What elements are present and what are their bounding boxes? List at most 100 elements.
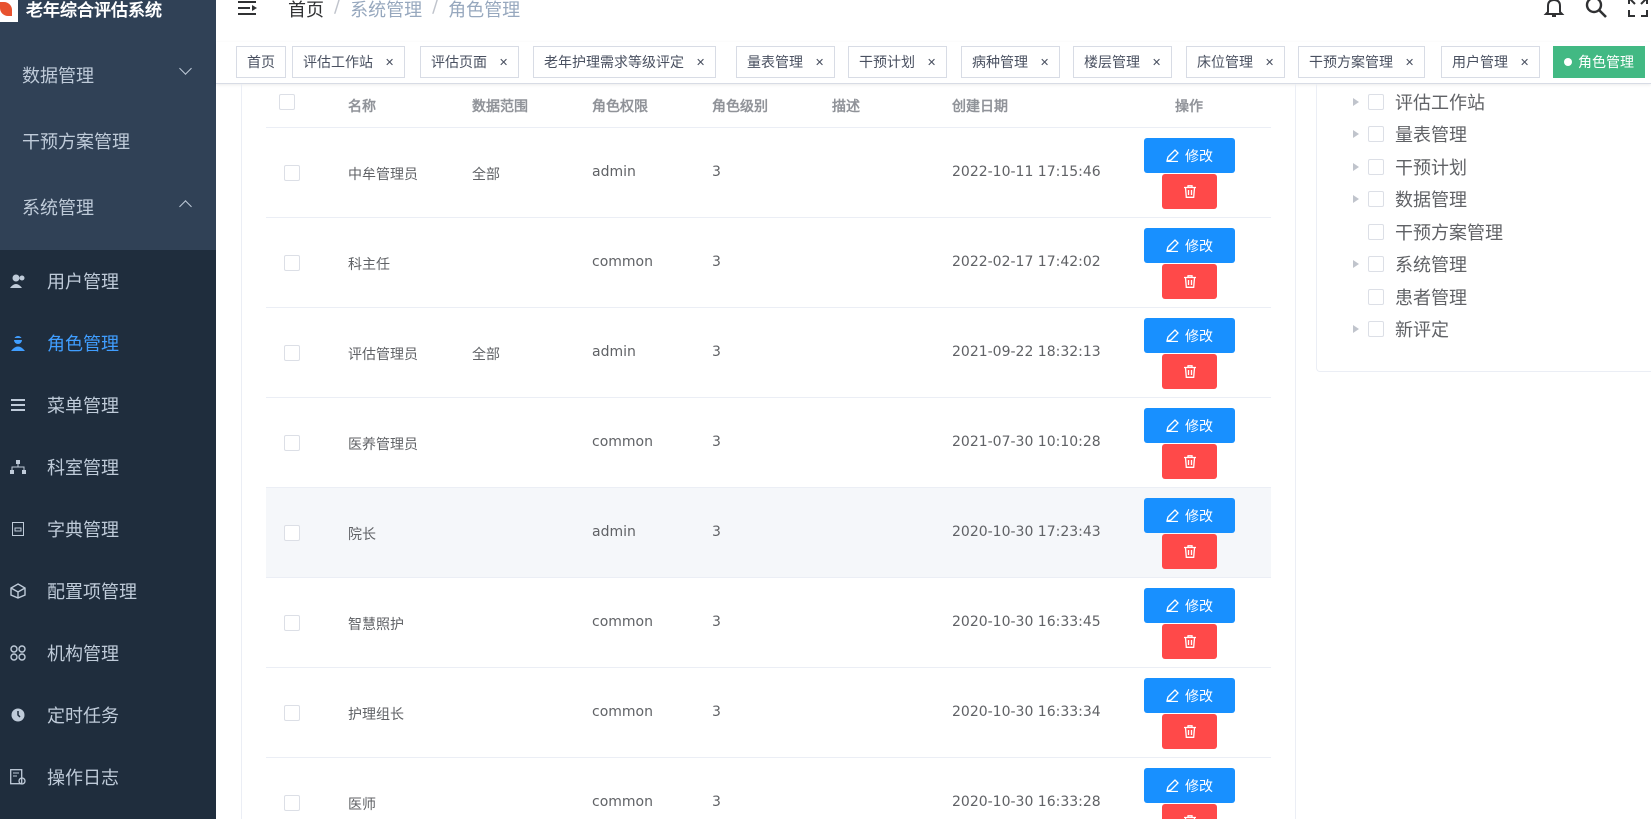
tag-scale-management[interactable]: 量表管理 ✕ — [736, 46, 836, 78]
table-row[interactable]: 中牟管理员 全部 admin 3 2022-10-11 17:15:46 修改 — [266, 128, 1271, 218]
row-checkbox[interactable] — [284, 795, 300, 811]
hamburger-icon[interactable] — [238, 0, 258, 20]
tag-bed-management[interactable]: 床位管理 ✕ — [1186, 46, 1286, 78]
close-icon[interactable]: ✕ — [385, 56, 394, 69]
delete-button[interactable] — [1162, 174, 1217, 209]
close-icon[interactable]: ✕ — [1520, 56, 1529, 69]
table-row[interactable]: 科主任 common 3 2022-02-17 17:42:02 修改 — [266, 218, 1271, 308]
tree-node[interactable]: 新评定 — [1353, 313, 1449, 345]
table-row[interactable]: 院长 admin 3 2020-10-30 17:23:43 修改 — [266, 488, 1271, 578]
caret-right-icon[interactable] — [1353, 98, 1359, 106]
select-all-checkbox[interactable] — [279, 94, 295, 110]
row-checkbox[interactable] — [284, 165, 300, 181]
tag-assessment-workstation[interactable]: 评估工作站 ✕ — [292, 46, 406, 78]
close-icon[interactable]: ✕ — [696, 56, 705, 69]
close-icon[interactable]: ✕ — [927, 56, 936, 69]
breadcrumb-home[interactable]: 首页 — [288, 0, 324, 22]
delete-button[interactable] — [1162, 804, 1217, 819]
row-checkbox[interactable] — [284, 345, 300, 361]
tree-node[interactable]: 患者管理 — [1353, 281, 1467, 313]
close-icon[interactable]: ✕ — [1405, 56, 1414, 69]
caret-right-icon[interactable] — [1353, 325, 1359, 333]
tree-node[interactable]: 干预方案管理 — [1353, 216, 1503, 248]
close-icon[interactable]: ✕ — [1152, 56, 1161, 69]
app-logo[interactable]: 老年综合评估系统 — [0, 0, 216, 24]
close-icon[interactable]: ✕ — [499, 56, 508, 69]
sidebar-item-config[interactable]: 配置项管理 — [0, 560, 216, 622]
tag-role-management[interactable]: 角色管理 — [1553, 46, 1645, 78]
tree-node[interactable]: 量表管理 — [1353, 118, 1467, 150]
delete-button[interactable] — [1162, 714, 1217, 749]
delete-button[interactable] — [1162, 354, 1217, 389]
trash-icon — [1183, 455, 1196, 468]
sidebar-item-label: 干预方案管理 — [22, 132, 130, 153]
table-row[interactable]: 医师 common 3 2020-10-30 16:33:28 修改 — [266, 758, 1271, 819]
close-icon[interactable]: ✕ — [815, 56, 824, 69]
row-checkbox[interactable] — [284, 615, 300, 631]
close-icon[interactable]: ✕ — [1265, 56, 1274, 69]
tree-checkbox[interactable] — [1368, 289, 1384, 305]
sidebar-item-operation-log[interactable]: 操作日志 — [0, 746, 216, 808]
edit-button[interactable]: 修改 — [1144, 588, 1235, 623]
edit-button[interactable]: 修改 — [1144, 768, 1235, 803]
tree-checkbox[interactable] — [1368, 94, 1384, 110]
table-row[interactable]: 智慧照护 common 3 2020-10-30 16:33:45 修改 — [266, 578, 1271, 668]
sidebar-item-organizations[interactable]: 机构管理 — [0, 622, 216, 684]
edit-button[interactable]: 修改 — [1144, 498, 1235, 533]
sidebar-item-system-management[interactable]: 系统管理 — [0, 172, 216, 242]
caret-right-icon[interactable] — [1353, 195, 1359, 203]
sidebar-item-roles[interactable]: 角色管理 — [0, 312, 216, 374]
edit-button[interactable]: 修改 — [1144, 138, 1235, 173]
bell-icon[interactable] — [1541, 0, 1567, 20]
edit-button[interactable]: 修改 — [1144, 318, 1235, 353]
tree-node[interactable]: 数据管理 — [1353, 183, 1467, 215]
tree-checkbox[interactable] — [1368, 159, 1384, 175]
tree-node[interactable]: 评估工作站 — [1353, 86, 1485, 118]
tree-checkbox[interactable] — [1368, 191, 1384, 207]
tag-intervention-plan[interactable]: 干预计划 ✕ — [848, 46, 948, 78]
tag-assessment-page[interactable]: 评估页面 ✕ — [420, 46, 520, 78]
edit-button[interactable]: 修改 — [1144, 228, 1235, 263]
sidebar-item-scheduled-tasks[interactable]: 定时任务 — [0, 684, 216, 746]
tag-care-level-assessment[interactable]: 老年护理需求等级评定 ✕ — [533, 46, 717, 78]
delete-button[interactable] — [1162, 264, 1217, 299]
sidebar-item-departments[interactable]: 科室管理 — [0, 436, 216, 498]
tag-floor-management[interactable]: 楼层管理 ✕ — [1073, 46, 1173, 78]
edit-button[interactable]: 修改 — [1144, 408, 1235, 443]
delete-button[interactable] — [1162, 534, 1217, 569]
tree-checkbox[interactable] — [1368, 126, 1384, 142]
caret-right-icon[interactable] — [1353, 130, 1359, 138]
tree-checkbox[interactable] — [1368, 256, 1384, 272]
row-checkbox[interactable] — [284, 705, 300, 721]
close-icon[interactable]: ✕ — [1040, 56, 1049, 69]
search-icon[interactable] — [1583, 0, 1609, 20]
caret-right-icon[interactable] — [1353, 260, 1359, 268]
cell-level: 3 — [712, 704, 721, 720]
row-checkbox[interactable] — [284, 435, 300, 451]
tag-user-management[interactable]: 用户管理 ✕ — [1441, 46, 1541, 78]
tree-checkbox[interactable] — [1368, 321, 1384, 337]
tag-home[interactable]: 首页 — [236, 46, 286, 78]
fullscreen-icon[interactable] — [1625, 0, 1651, 20]
sidebar-item-menus[interactable]: 菜单管理 — [0, 374, 216, 436]
table-row[interactable]: 护理组长 common 3 2020-10-30 16:33:34 修改 — [266, 668, 1271, 758]
table-row[interactable]: 评估管理员 全部 admin 3 2021-09-22 18:32:13 修改 — [266, 308, 1271, 398]
sidebar-item-intervention-plan[interactable]: 干预方案管理 — [0, 106, 216, 176]
delete-button[interactable] — [1162, 444, 1217, 479]
caret-right-icon[interactable] — [1353, 163, 1359, 171]
sidebar-item-dictionary[interactable]: 字典管理 — [0, 498, 216, 560]
edit-button[interactable]: 修改 — [1144, 678, 1235, 713]
delete-button[interactable] — [1162, 624, 1217, 659]
row-checkbox[interactable] — [284, 255, 300, 271]
breadcrumb-separator: / — [432, 0, 439, 17]
sidebar-item-data-management[interactable]: 数据管理 — [0, 40, 216, 110]
tag-intervention-scheme[interactable]: 干预方案管理 ✕ — [1298, 46, 1426, 78]
row-checkbox[interactable] — [284, 525, 300, 541]
tree-checkbox[interactable] — [1368, 224, 1384, 240]
sidebar-item-users[interactable]: 用户管理 — [0, 250, 216, 312]
table-row[interactable]: 医养管理员 common 3 2021-07-30 10:10:28 修改 — [266, 398, 1271, 488]
edit-icon — [1166, 689, 1179, 702]
tree-node[interactable]: 系统管理 — [1353, 248, 1467, 280]
tag-disease-management[interactable]: 病种管理 ✕ — [961, 46, 1061, 78]
tree-node[interactable]: 干预计划 — [1353, 151, 1467, 183]
